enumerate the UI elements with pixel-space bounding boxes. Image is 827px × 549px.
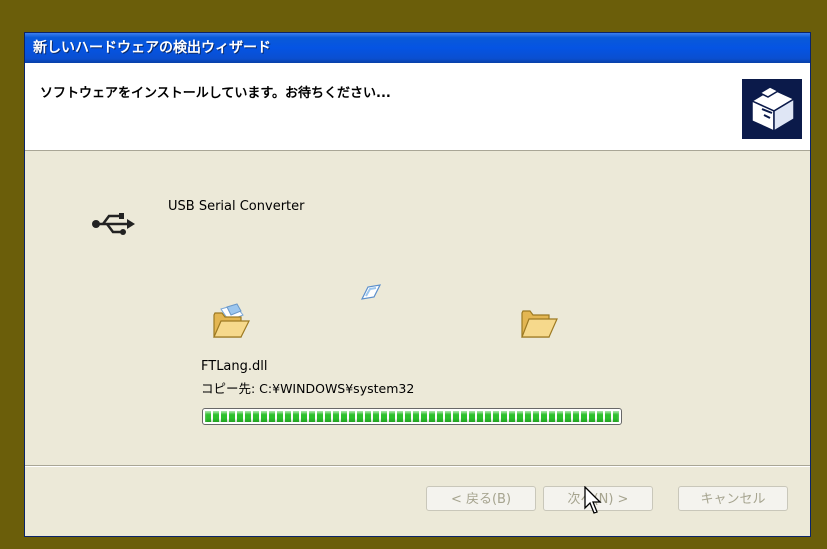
back-button[interactable]: < 戻る(B) — [426, 486, 536, 511]
mouse-cursor-icon — [584, 486, 602, 514]
wizard-header: ソフトウェアをインストールしています。お待ちください... — [25, 63, 810, 151]
file-name: FTLang.dll — [201, 359, 268, 374]
device-name: USB Serial Converter — [168, 199, 305, 214]
window-title: 新しいハードウェアの検出ウィザード — [33, 40, 271, 56]
progress-bar — [202, 408, 622, 425]
folder-open-icon — [213, 303, 250, 338]
folder-open-icon — [521, 310, 558, 338]
usb-icon — [92, 213, 135, 235]
progress-fill — [205, 411, 619, 422]
wizard-window: 新しいハードウェアの検出ウィザード ソフトウェアをインストールしています。お待ち… — [24, 32, 811, 537]
divider — [25, 465, 810, 467]
header-message: ソフトウェアをインストールしています。お待ちください... — [40, 86, 391, 101]
cancel-button[interactable]: キャンセル — [678, 486, 788, 511]
copy-destination: コピー先: C:¥WINDOWS¥system32 — [201, 381, 415, 396]
paper-icon — [360, 284, 382, 300]
title-bar[interactable]: 新しいハードウェアの検出ウィザード — [25, 33, 810, 63]
wizard-content: USB Serial Converter FTLang.dll コピー先: C:… — [25, 151, 810, 463]
hardware-install-icon — [742, 79, 802, 139]
